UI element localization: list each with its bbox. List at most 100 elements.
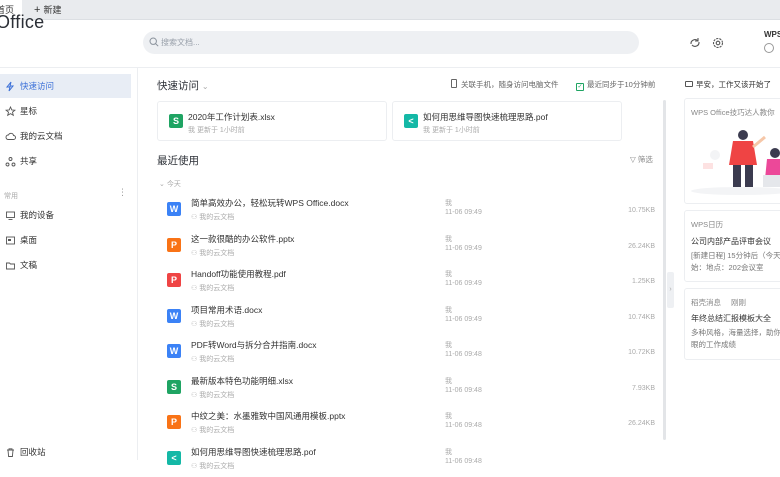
file-time: 11-06 09:48 (445, 457, 482, 465)
file-name: Handoff功能使用教程.pdf (191, 269, 286, 279)
search-icon (149, 37, 159, 47)
file-time: 11-06 09:48 (445, 351, 482, 358)
tips-card[interactable]: WPS Office技巧达人教你 (684, 98, 780, 204)
app-logo: Office (0, 12, 45, 32)
sidebar-item-desktop[interactable]: 桌面 (0, 228, 131, 252)
file-time: 11-06 09:49 (445, 209, 482, 216)
sync-status-label: 最近同步于10分钟前 (587, 80, 656, 89)
news-tab-2[interactable]: 刚刚 (731, 297, 746, 308)
event-line-1: [新建日程] 15分钟后（今天 (691, 251, 780, 260)
file-owner: 我 (445, 271, 452, 278)
sidebar-item-label: 桌面 (20, 235, 38, 245)
gear-icon[interactable] (711, 36, 725, 50)
news-card[interactable]: 稻壳消息 刚刚 年终总结汇报模板大全 多种风格，海量选择，助你 眼的工作成绩 (684, 288, 780, 360)
file-size: 1.25KB (632, 278, 655, 285)
filter-button[interactable]: ▽ 筛选 (630, 154, 653, 165)
xlsx-file-icon: S (169, 114, 183, 128)
recent-file-row[interactable]: W 简单高效办公，轻松玩转WPS Office.docx ⚇ 我的云文档 我 11-06… (157, 193, 657, 228)
file-time: 11-06 09:49 (445, 315, 482, 323)
device-icon (6, 211, 15, 220)
star-icon (5, 106, 16, 117)
sun-icon (685, 81, 693, 87)
sidebar-item-starred[interactable]: 星标 (0, 99, 131, 123)
file-name: 最新版本特色功能明细.xlsx (191, 375, 294, 386)
news-line-2: 眼的工作成绩 (691, 340, 736, 349)
file-type-icon: P (167, 273, 181, 287)
share-icon: ⚇ (191, 356, 198, 363)
file-owner: 我 (445, 342, 452, 349)
file-type-icon: W (167, 344, 181, 358)
file-owner: 我 (445, 306, 452, 314)
file-time: 11-06 09:48 (445, 386, 482, 394)
quick-card[interactable]: < 如何用思维导图快速梳理思路.pof 我 更新于 1小时前 (392, 101, 622, 141)
link-phone-button[interactable]: 关联手机，随身访问电脑文件 (451, 79, 559, 90)
quick-card-name: 2020年工作计划表.xlsx (188, 112, 275, 122)
sidebar-item-documents[interactable]: 文稿 (0, 253, 131, 277)
scrollbar[interactable] (663, 100, 666, 440)
file-location-label: 我的云文档 (199, 356, 235, 363)
file-name: 如何用思维导图快速梳理思路.pof (191, 446, 316, 457)
news-line-1: 多种风格，海量选择，助你 (691, 328, 780, 337)
recent-file-row[interactable]: < 如何用思维导图快速梳理思路.pof ⚇ 我的云文档 我 11-06 09:48 (157, 442, 657, 477)
file-name: 中纹之美：水墨雅致中国风通用模板.pptx (191, 411, 346, 421)
event-title: 公司内部产品评审会议 (691, 237, 771, 246)
sidebar-item-shared[interactable]: 共享 (0, 149, 131, 173)
file-name: 这一款很酷的办公软件.pptx (191, 233, 295, 244)
sidebar-item-label: 回收站 (20, 447, 46, 457)
file-size: 7.93KB (632, 384, 655, 392)
sidebar-item-label: 文稿 (20, 260, 38, 270)
file-type-icon: P (167, 237, 181, 252)
file-time: 11-06 09:49 (445, 244, 482, 252)
recent-file-row[interactable]: W PDF转Word与拆分合并指南.docx ⚇ 我的云文档 我 11-06 09:48… (157, 335, 657, 370)
greeting: 早安，工作又该开始了 (685, 79, 771, 90)
more-icon[interactable]: ⋮ (118, 187, 127, 198)
tab-bar: 首页 + 新建 (0, 0, 780, 20)
recent-title: 最近使用 (157, 155, 199, 167)
recent-file-row[interactable]: P Handoff功能使用教程.pdf ⚇ 我的云文档 我 11-06 09:49 1.2… (157, 264, 657, 299)
group-label: 今天 (166, 181, 181, 188)
lightning-icon (5, 81, 15, 92)
quick-access-title-text: 快速访问 (157, 80, 199, 92)
share-icon: ⚇ (191, 462, 198, 470)
event-line-2: 始：地点：202会议室 (691, 263, 764, 272)
news-tab-1[interactable]: 稻壳消息 (691, 297, 721, 308)
recent-file-row[interactable]: P 中纹之美：水墨雅致中国风通用模板.pptx ⚇ 我的云文档 我 11-06 09:4… (157, 406, 657, 441)
sidebar-item-label: 我的设备 (20, 210, 55, 220)
file-location: ⚇ 我的云文档 (191, 319, 234, 329)
file-owner: 我 (445, 377, 452, 385)
tips-title: WPS Office技巧达人教你 (691, 108, 775, 117)
calendar-title: WPS日历 (691, 220, 724, 229)
file-location-label: 我的云文档 (199, 285, 235, 292)
sidebar-section-label: 常用 (4, 193, 18, 200)
group-today[interactable]: ⌄ 今天 (159, 179, 181, 189)
sync-status[interactable]: ✓ 最近同步于10分钟前 (576, 79, 655, 91)
file-location: ⚇ 我的云文档 (191, 248, 234, 258)
file-location-label: 我的云文档 (199, 214, 235, 221)
file-type-icon: S (167, 379, 181, 394)
file-size: 10.75KB (628, 207, 655, 214)
collapse-panel-button[interactable]: › (667, 272, 674, 308)
sidebar-item-my-device[interactable]: 我的设备 (0, 203, 131, 227)
user-name[interactable]: WPS (764, 30, 780, 39)
file-time: 11-06 09:49 (445, 280, 482, 287)
search-input[interactable]: 搜索文档... (143, 31, 639, 54)
sidebar-item-cloud-docs[interactable]: 我的云文档 (0, 124, 131, 148)
file-location-label: 我的云文档 (199, 462, 235, 470)
calendar-card[interactable]: WPS日历 公司内部产品评审会议 [新建日程] 15分钟后（今天 始：地点：20… (684, 210, 780, 282)
sidebar-item-label: 快速访问 (20, 81, 55, 91)
recent-file-row[interactable]: P 这一款很酷的办公软件.pptx ⚇ 我的云文档 我 11-06 09:49 26.24… (157, 229, 657, 264)
recent-file-row[interactable]: S 最新版本特色功能明细.xlsx ⚇ 我的云文档 我 11-06 09:48 7.93K… (157, 371, 657, 406)
recent-file-row[interactable]: W 项目常用术语.docx ⚇ 我的云文档 我 11-06 09:49 10.74KB (157, 300, 657, 335)
quick-access-title[interactable]: 快速访问 ⌄ (157, 78, 209, 93)
sidebar-item-recycle-bin[interactable]: 回收站 (0, 440, 131, 464)
file-location-label: 我的云文档 (199, 391, 235, 399)
sidebar-item-quick-access[interactable]: 快速访问 (0, 74, 131, 98)
quick-card-name: 如何用思维导图快速梳理思路.pof (423, 112, 548, 122)
avatar[interactable] (764, 43, 774, 53)
file-location: ⚇ 我的云文档 (191, 212, 234, 222)
file-name: 项目常用术语.docx (191, 304, 263, 315)
sync-icon[interactable] (688, 36, 702, 50)
quick-card[interactable]: S 2020年工作计划表.xlsx 我 更新于 1小时前 (157, 101, 387, 141)
trash-icon (7, 448, 14, 457)
file-location: ⚇ 我的云文档 (191, 461, 234, 471)
